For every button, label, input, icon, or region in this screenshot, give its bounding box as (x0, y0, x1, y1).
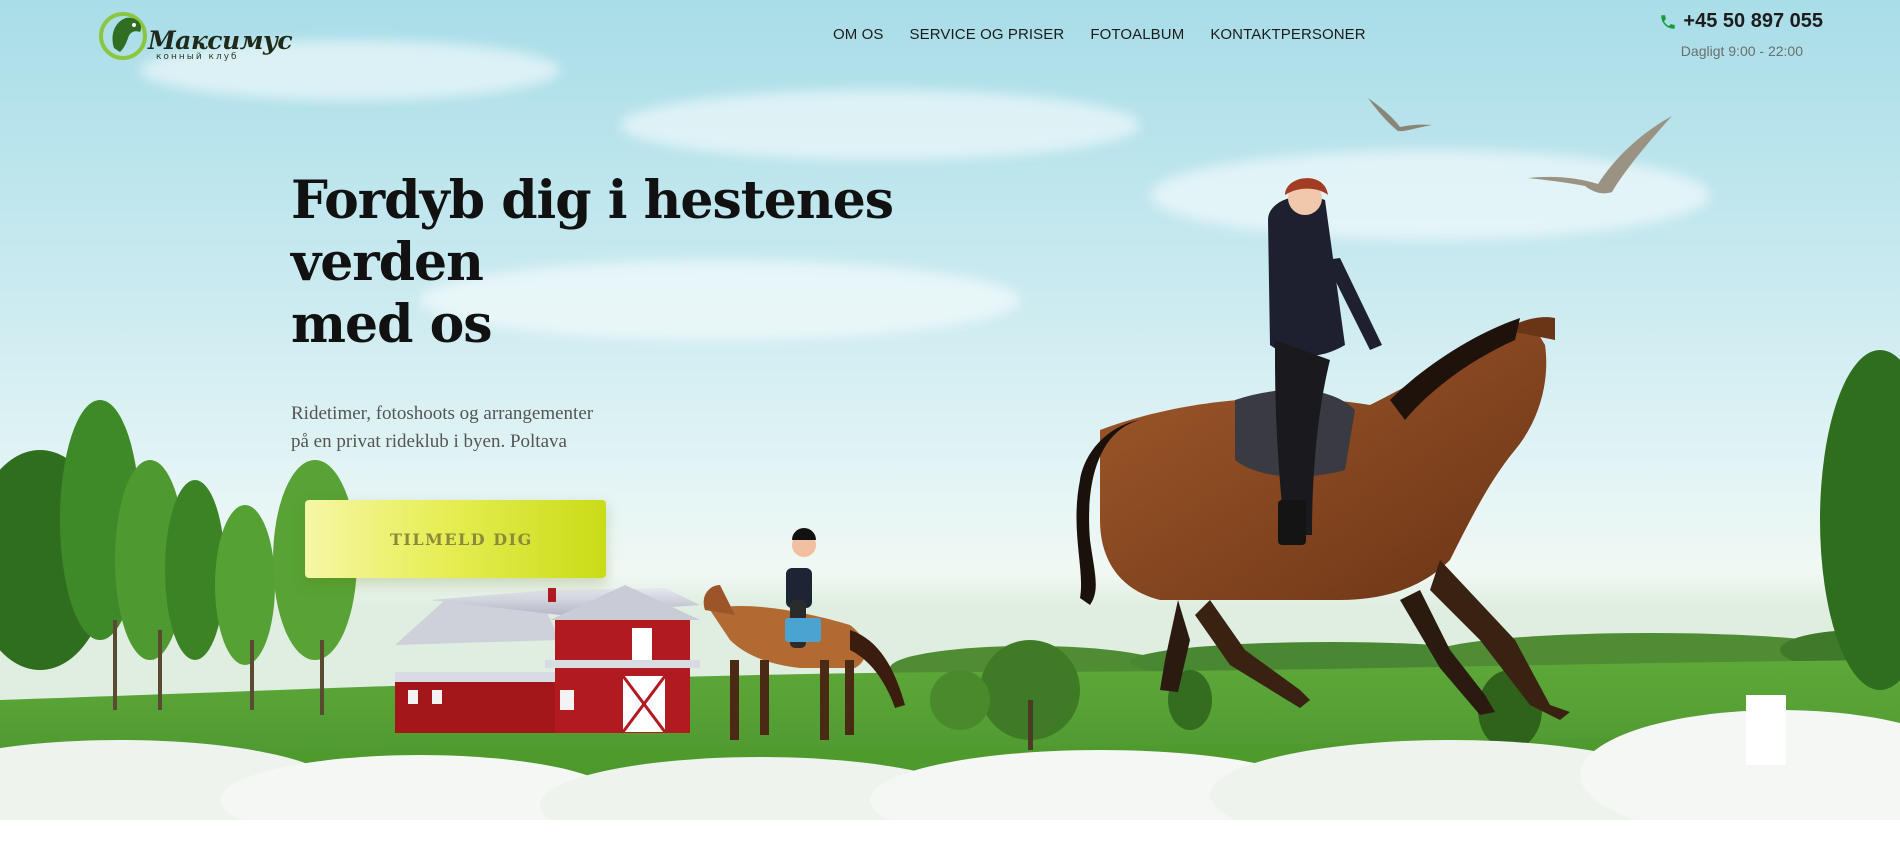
nav-item-om-os[interactable]: OM OS (833, 26, 884, 43)
main-navigation: OM OS SERVICE OG PRISER FOTOALBUM KONTAK… (833, 26, 1366, 43)
phone-contact[interactable]: +45 50 897 055 (1659, 10, 1823, 33)
hero-title: Fordyb dig i hestenes verden med os (291, 170, 894, 356)
hero-subtitle: Ridetimer, fotoshoots og arrangementer p… (291, 400, 593, 456)
hero-subtitle-line-1: Ridetimer, fotoshoots og arrangementer (291, 403, 594, 424)
horse-head-logo-icon (99, 12, 147, 60)
landscape-illustration (0, 98, 1900, 867)
signup-button-label: TILMELD DIG (390, 530, 533, 549)
hero-subtitle-line-2: på en privat rideklub i byen. Poltava (291, 431, 567, 452)
hero-title-line-3: med os (291, 294, 493, 355)
hero-title-line-2: verden (291, 232, 484, 293)
seagull-birds (1368, 98, 1672, 194)
nav-item-fotoalbum[interactable]: FOTOALBUM (1090, 26, 1184, 43)
brand-name: Максимус (148, 26, 293, 55)
hero-section: Максимус конный клуб OM OS SERVICE OG PR… (0, 0, 1900, 867)
nav-item-service-og-priser[interactable]: SERVICE OG PRISER (910, 26, 1065, 43)
nav-item-kontaktpersoner[interactable]: KONTAKTPERSONER (1210, 26, 1365, 43)
large-horse-rider (1076, 178, 1570, 720)
brand-tagline: конный клуб (156, 52, 239, 62)
opening-hours: Dagligt 9:00 - 22:00 (1680, 43, 1803, 59)
phone-icon (1661, 14, 1676, 29)
signup-button[interactable]: TILMELD DIG (305, 500, 606, 578)
red-barn (395, 585, 700, 733)
hero-title-line-1: Fordyb dig i hestenes (291, 170, 894, 231)
phone-number[interactable]: +45 50 897 055 (1683, 10, 1823, 33)
